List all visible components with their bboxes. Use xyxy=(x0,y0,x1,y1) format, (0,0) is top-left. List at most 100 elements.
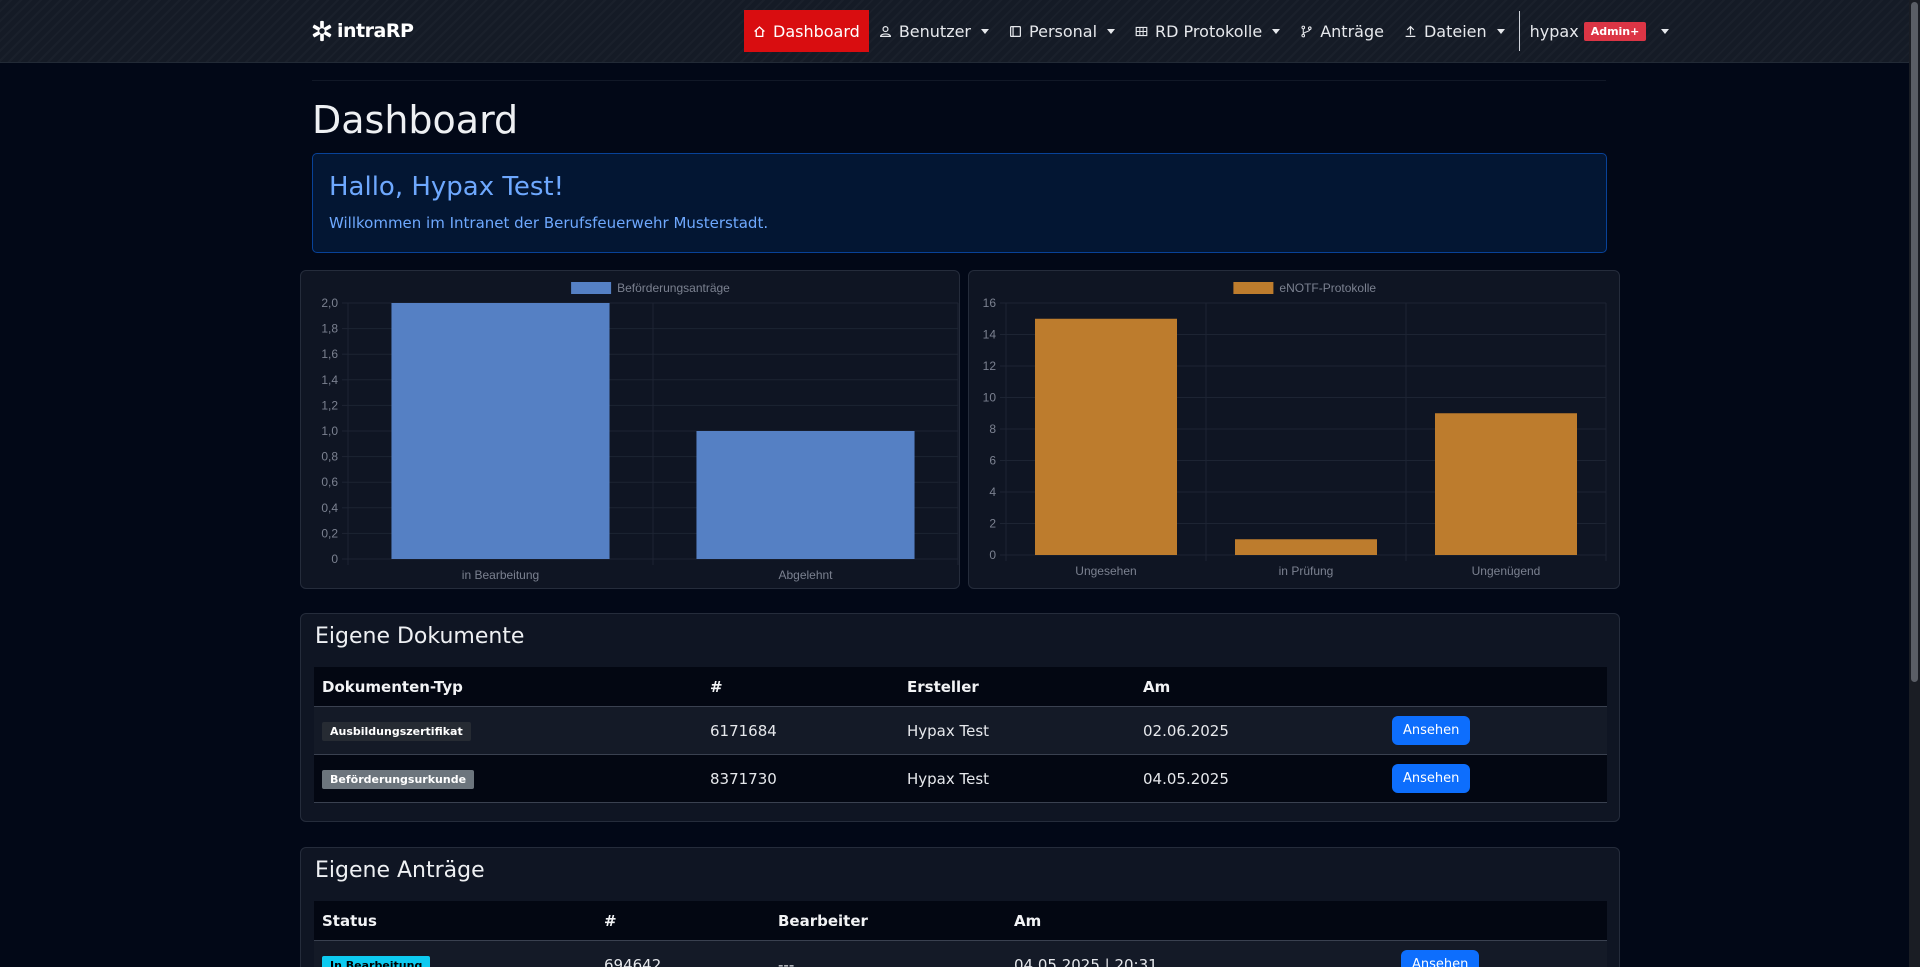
requests-title: Eigene Anträge xyxy=(315,858,485,883)
y-tick-label: 1,4 xyxy=(321,373,338,387)
folder-icon xyxy=(1010,25,1021,37)
doc-id: 8371730 xyxy=(710,769,777,788)
y-tick-label: 0,4 xyxy=(321,501,338,515)
request-id: 694642 xyxy=(604,955,662,967)
user-menu[interactable]: hypax Admin+ xyxy=(1526,10,1674,52)
doc-creator: Hypax Test xyxy=(907,721,990,740)
divider xyxy=(312,80,1606,81)
chevron-down-icon xyxy=(1107,29,1116,34)
y-tick-label: 1,8 xyxy=(321,322,338,336)
view-document-button[interactable]: Ansehen xyxy=(1392,764,1471,793)
doc-type-badge: Ausbildungszertifikat xyxy=(322,721,471,741)
y-tick-label: 0,6 xyxy=(321,475,338,489)
page-scrollbar[interactable] xyxy=(1909,0,1920,967)
upload-icon xyxy=(1405,25,1416,37)
brand-name: intraRP xyxy=(337,20,414,42)
bar xyxy=(696,431,915,559)
bar xyxy=(391,303,610,559)
nav-dashboard[interactable]: Dashboard xyxy=(744,10,869,52)
y-tick-label: 2,0 xyxy=(321,296,338,310)
nav-personal-label: Personal xyxy=(1029,21,1098,41)
y-tick-label: 4 xyxy=(989,485,996,499)
star-of-life-icon xyxy=(312,20,332,42)
table-icon xyxy=(1135,26,1148,36)
x-tick-label: in Prüfung xyxy=(1279,564,1334,578)
table-row: Beförderungsurkunde 8371730 Hypax Test 0… xyxy=(314,755,1607,803)
y-tick-label: 12 xyxy=(983,359,997,373)
request-handler: --- xyxy=(778,955,795,967)
x-tick-label: Ungenügend xyxy=(1472,564,1541,578)
y-tick-label: 8 xyxy=(989,422,996,436)
doc-id: 6171684 xyxy=(710,721,777,740)
nav-rd-protokolle-label: RD Protokolle xyxy=(1155,21,1263,41)
chart-befoerderungsantraege: Beförderungsanträge 0 0,2 0,4 0,6 0,8 1,0 1,2 1,… xyxy=(321,281,959,582)
request-date: 04.05.2025 | 20:31 xyxy=(1014,955,1158,967)
nav-dateien[interactable]: Dateien xyxy=(1394,10,1515,52)
col-header: # xyxy=(710,677,723,696)
view-document-button[interactable]: Ansehen xyxy=(1392,716,1471,745)
doc-type-badge: Beförderungsurkunde xyxy=(322,769,475,789)
doc-creator: Hypax Test xyxy=(907,769,990,788)
chart-card-befoerderung: Beförderungsanträge 0 0,2 0,4 0,6 0,8 1,0 1,2 1,… xyxy=(300,270,960,589)
y-tick-label: 10 xyxy=(983,391,997,405)
x-tick-label: in Bearbeitung xyxy=(462,568,539,582)
table-header: Status # Bearbeiter Am xyxy=(314,901,1607,941)
table-header: Dokumenten-Typ # Ersteller Am xyxy=(314,667,1607,707)
requests-table: Status # Bearbeiter Am In Bearbeitung 69… xyxy=(314,901,1607,967)
y-tick-label: 1,6 xyxy=(321,347,338,361)
documents-table: Dokumenten-Typ # Ersteller Am Ausbildung… xyxy=(314,667,1607,803)
nav-rd-protokolle[interactable]: RD Protokolle xyxy=(1125,10,1290,52)
col-header: Status xyxy=(322,911,377,930)
requests-card: Eigene Anträge Status # Bearbeiter Am In… xyxy=(300,847,1620,967)
doc-date: 04.05.2025 xyxy=(1143,769,1229,788)
table-row: Ausbildungszertifikat 6171684 Hypax Test… xyxy=(314,707,1607,755)
legend-label: eNOTF-Protokolle xyxy=(1279,281,1376,295)
nav-divider xyxy=(1518,11,1520,51)
bar xyxy=(1035,318,1177,555)
doc-date: 02.06.2025 xyxy=(1143,721,1229,740)
main-nav: Dashboard Benutzer Personal RD Protokoll… xyxy=(744,10,1673,52)
x-tick-label: Abgelehnt xyxy=(778,568,833,582)
legend-swatch xyxy=(571,282,612,294)
nav-dashboard-label: Dashboard xyxy=(773,21,860,41)
col-header: Ersteller xyxy=(907,677,979,696)
legend-label: Beförderungsanträge xyxy=(617,281,730,295)
y-tick-label: 14 xyxy=(983,328,997,342)
users-icon xyxy=(879,25,891,37)
x-tick-label: Ungesehen xyxy=(1075,564,1136,578)
user-name: hypax xyxy=(1529,21,1579,41)
nav-antraege-label: Anträge xyxy=(1320,21,1384,41)
col-header: Bearbeiter xyxy=(778,911,868,930)
col-header: Dokumenten-Typ xyxy=(322,677,463,696)
y-tick-label: 2 xyxy=(989,517,996,531)
chevron-down-icon xyxy=(1496,29,1505,34)
y-tick-label: 1,2 xyxy=(321,398,338,412)
y-tick-label: 1,0 xyxy=(321,424,338,438)
documents-title: Eigene Dokumente xyxy=(315,624,525,649)
welcome-alert: Hallo, Hypax Test! Willkommen im Intrane… xyxy=(312,153,1607,253)
nav-benutzer-label: Benutzer xyxy=(898,21,972,41)
y-tick-label: 0,2 xyxy=(321,526,338,540)
y-tick-label: 0 xyxy=(989,548,996,562)
scrollbar-thumb[interactable] xyxy=(1911,2,1918,682)
chart-enotf-protokolle: eNOTF-Protokolle 0 2 4 6 8 10 12 14 16 Ungesehen in… xyxy=(983,281,1607,578)
view-request-button[interactable]: Ansehen xyxy=(1401,950,1480,967)
brand-logo[interactable]: intraRP xyxy=(311,18,414,44)
y-tick-label: 16 xyxy=(983,296,997,310)
nav-antraege[interactable]: Anträge xyxy=(1290,10,1394,52)
role-badge: Admin+ xyxy=(1583,21,1647,41)
col-header: Am xyxy=(1014,911,1042,930)
welcome-text: Willkommen im Intranet der Berufsfeuerwe… xyxy=(329,214,769,232)
table-row: In Bearbeitung 694642 --- 04.05.2025 | 2… xyxy=(314,941,1607,967)
nav-benutzer[interactable]: Benutzer xyxy=(869,10,999,52)
col-header: # xyxy=(604,911,617,930)
chart-card-enotf: eNOTF-Protokolle 0 2 4 6 8 10 12 14 16 Ungesehen in… xyxy=(968,270,1620,589)
col-header: Am xyxy=(1143,677,1171,696)
bar xyxy=(1235,539,1377,555)
top-navbar: intraRP Dashboard Benutzer Personal RD P… xyxy=(0,0,1920,63)
branch-icon xyxy=(1301,25,1312,37)
chevron-down-icon xyxy=(1661,29,1670,34)
nav-personal[interactable]: Personal xyxy=(999,10,1125,52)
chevron-down-icon xyxy=(1272,29,1281,34)
nav-dateien-label: Dateien xyxy=(1423,21,1487,41)
